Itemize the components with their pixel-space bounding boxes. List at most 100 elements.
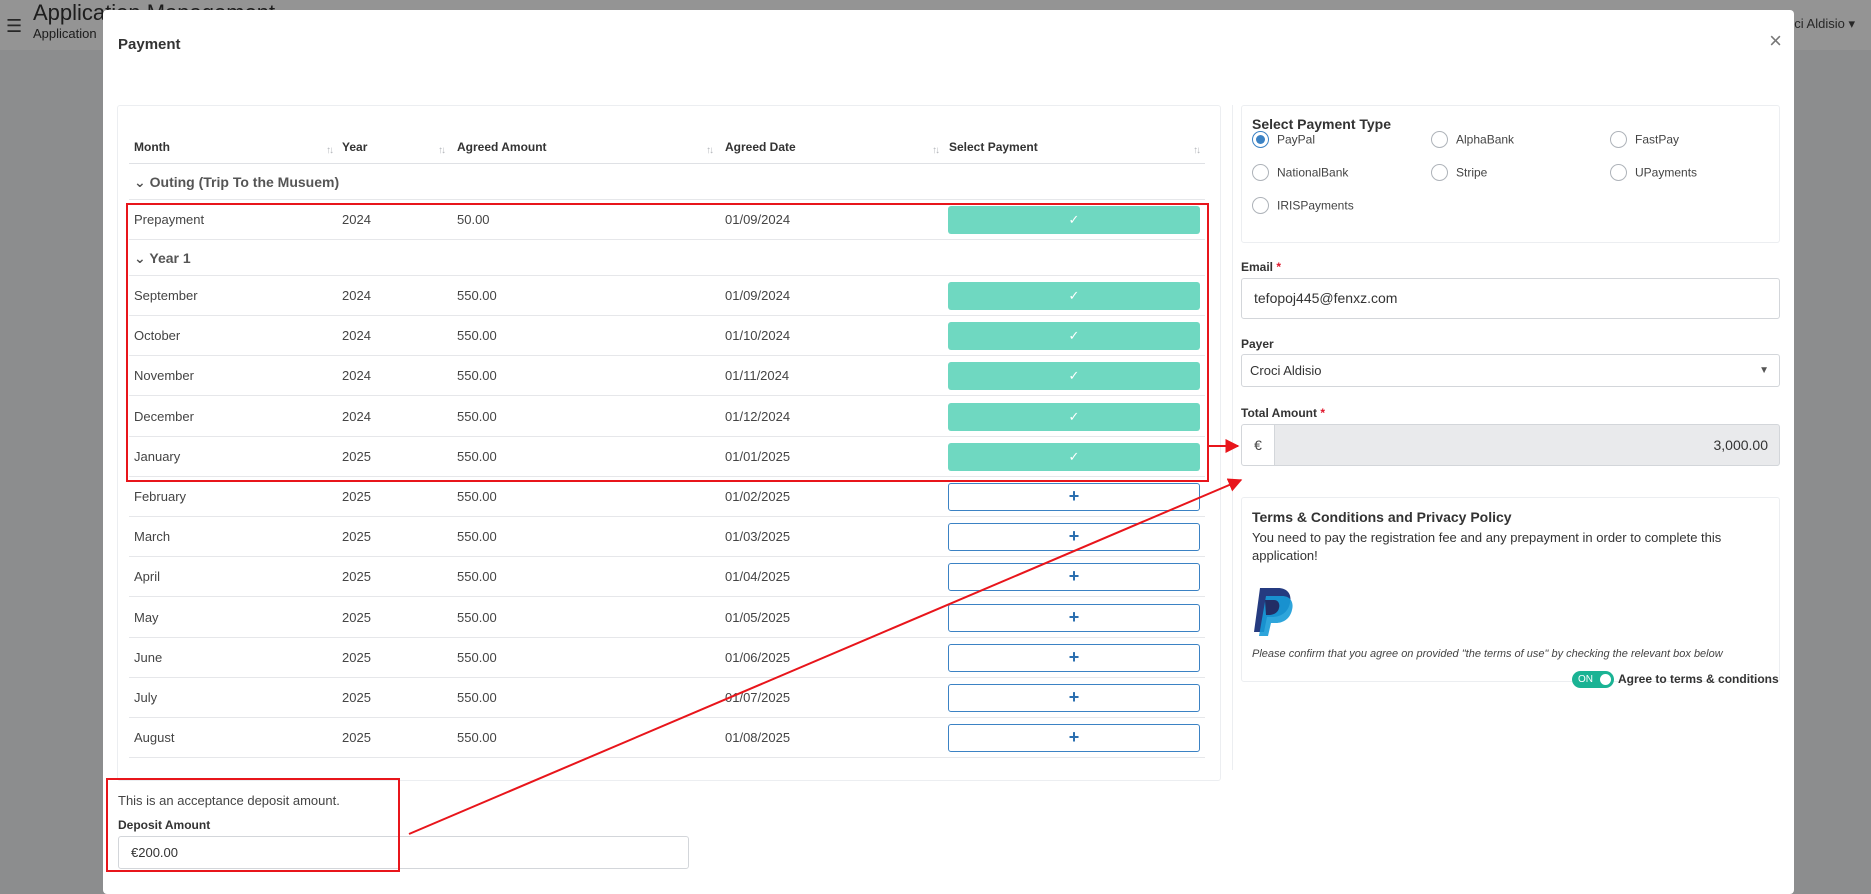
cell-year: 2025 xyxy=(342,690,371,705)
cell-year: 2025 xyxy=(342,489,371,504)
agree-toggle-label: Agree to terms & conditions xyxy=(1618,672,1779,686)
plus-icon[interactable]: + xyxy=(948,684,1200,712)
email-field[interactable]: tefopoj445@fenxz.com xyxy=(1241,278,1780,319)
cell-date: 01/04/2025 xyxy=(725,569,791,585)
cell-year: 2025 xyxy=(342,569,371,585)
total-amount-label: Total Amount * xyxy=(1241,406,1325,420)
cell-amount: 550.00 xyxy=(457,569,497,585)
plus-icon[interactable]: + xyxy=(948,724,1200,753)
cell-month: May xyxy=(134,609,159,625)
column-header-agreed-date[interactable]: Agreed Date xyxy=(725,140,796,154)
annotation-box-deposit xyxy=(106,778,400,872)
cell-amount: 550.00 xyxy=(457,730,497,746)
cell-month: March xyxy=(134,529,171,545)
plus-icon[interactable]: + xyxy=(948,603,1200,632)
radio-stripe[interactable]: Stripe xyxy=(1431,164,1488,182)
radio-dot[interactable] xyxy=(1252,131,1269,148)
payment-type-card: Select Payment Type PayPal AlphaBank FastP… xyxy=(1241,105,1780,243)
radio-fastpay[interactable]: FastPay xyxy=(1610,131,1680,149)
radio-label: UPayments xyxy=(1635,165,1698,180)
plus-icon[interactable]: + xyxy=(948,523,1200,552)
currency-addon: € xyxy=(1241,424,1275,466)
table-row: March 2025 550.00 01/03/2025 + xyxy=(129,517,1205,558)
annotation-box-paid-rows xyxy=(126,203,1209,482)
cell-month: August xyxy=(134,730,175,746)
close-icon[interactable]: × xyxy=(1769,30,1782,52)
table-header: Month ↑↓ Year ↑↓ Agreed Amount ↑↓ Agreed… xyxy=(129,134,1205,164)
agree-toggle[interactable]: ON xyxy=(1572,671,1614,688)
cell-date: 01/07/2025 xyxy=(725,690,791,705)
group-row[interactable]: ⌄ Outing (Trip To the Musuem) xyxy=(129,164,1205,200)
table-row: April 2025 550.00 01/04/2025 + xyxy=(129,557,1205,598)
radio-label: AlphaBank xyxy=(1456,132,1515,147)
table-row: February 2025 550.00 01/02/2025 + xyxy=(129,477,1205,517)
cell-amount: 550.00 xyxy=(457,690,497,705)
column-header-month[interactable]: Month xyxy=(134,140,170,154)
radio-alphabank[interactable]: AlphaBank xyxy=(1431,131,1515,149)
payer-select[interactable]: Croci Aldisio ▼ xyxy=(1241,354,1780,387)
table-row: May 2025 550.00 01/05/2025 + xyxy=(129,598,1205,638)
sort-icon[interactable]: ↑↓ xyxy=(932,145,940,156)
sort-icon[interactable]: ↑↓ xyxy=(438,145,446,156)
radio-dot[interactable] xyxy=(1610,131,1627,148)
radio-dot[interactable] xyxy=(1610,164,1627,181)
cell-date: 01/02/2025 xyxy=(725,489,791,504)
total-amount-field: € 3,000.00 xyxy=(1241,424,1780,466)
total-amount-value: 3,000.00 xyxy=(1274,424,1780,466)
payment-type-title: Select Payment Type xyxy=(1252,116,1392,132)
radio-paypal[interactable]: PayPal xyxy=(1252,131,1316,149)
cell-year: 2025 xyxy=(342,649,371,665)
radio-dot[interactable] xyxy=(1252,164,1269,181)
radio-nationalbank[interactable]: NationalBank xyxy=(1252,164,1349,182)
radio-dot[interactable] xyxy=(1431,131,1448,148)
chevron-down-icon[interactable]: ⌄ xyxy=(134,174,150,190)
terms-card: Terms & Conditions and Privacy Policy Yo… xyxy=(1241,497,1780,688)
column-divider xyxy=(1232,105,1233,770)
cell-amount: 550.00 xyxy=(457,649,497,665)
cell-date: 01/08/2025 xyxy=(725,730,791,746)
column-header-select-payment[interactable]: Select Payment xyxy=(949,140,1038,154)
plus-icon[interactable]: + xyxy=(948,643,1200,672)
cell-year: 2025 xyxy=(342,609,371,625)
cell-year: 2025 xyxy=(342,529,371,545)
paypal-logo-icon xyxy=(1254,588,1293,636)
table-row: July 2025 550.00 01/07/2025 + xyxy=(129,678,1205,718)
terms-note: Please confirm that you agree on provide… xyxy=(1252,648,1723,660)
plus-icon[interactable]: + xyxy=(948,483,1200,511)
table-row: August 2025 550.00 01/08/2025 + xyxy=(129,718,1205,759)
cell-month: April xyxy=(134,569,161,585)
plus-icon[interactable]: + xyxy=(948,563,1200,592)
cell-date: 01/03/2025 xyxy=(725,529,791,545)
column-header-agreed-amount[interactable]: Agreed Amount xyxy=(457,140,547,154)
radio-label: Stripe xyxy=(1456,165,1488,180)
email-label: Email * xyxy=(1241,260,1282,274)
modal-title: Payment xyxy=(118,36,181,53)
cell-month: February xyxy=(134,489,187,504)
sort-icon[interactable]: ↑↓ xyxy=(1193,145,1201,156)
terms-body: You need to pay the registration fee and… xyxy=(1252,530,1722,563)
cell-amount: 550.00 xyxy=(457,529,497,545)
cell-year: 2025 xyxy=(342,730,371,746)
radio-label: IRISPayments xyxy=(1277,198,1354,213)
terms-title: Terms & Conditions and Privacy Policy xyxy=(1252,509,1512,525)
radio-label: NationalBank xyxy=(1277,165,1349,180)
sort-icon[interactable]: ↑↓ xyxy=(326,145,334,156)
radio-dot[interactable] xyxy=(1431,164,1448,181)
payer-label: Payer xyxy=(1241,337,1274,351)
cell-amount: 550.00 xyxy=(457,609,497,625)
cell-date: 01/06/2025 xyxy=(725,649,791,665)
cell-month: July xyxy=(134,690,158,705)
radio-label: PayPal xyxy=(1277,132,1316,147)
radio-irispayments[interactable]: IRISPayments xyxy=(1252,197,1354,215)
payment-modal: Payment × Month ↑↓ Year ↑↓ Agreed Amount… xyxy=(103,10,1794,894)
payer-selected-value: Croci Aldisio xyxy=(1250,363,1322,378)
radio-dot[interactable] xyxy=(1252,197,1269,214)
column-header-year[interactable]: Year xyxy=(342,140,367,154)
cell-month: June xyxy=(134,649,163,665)
sort-icon[interactable]: ↑↓ xyxy=(706,145,714,156)
radio-upayments[interactable]: UPayments xyxy=(1610,164,1698,182)
cell-amount: 550.00 xyxy=(457,489,497,504)
group-label: Outing (Trip To the Musuem) xyxy=(149,174,340,190)
table-row: June 2025 550.00 01/06/2025 + xyxy=(129,638,1205,678)
radio-label: FastPay xyxy=(1635,132,1680,147)
